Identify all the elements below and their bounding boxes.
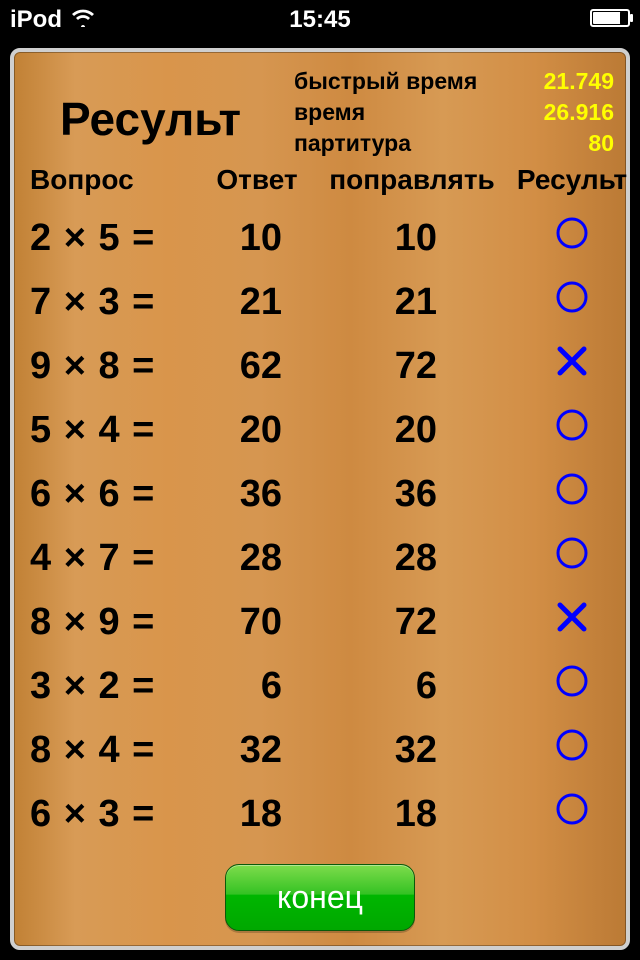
header-question: Вопрос [22, 164, 202, 206]
end-button[interactable]: конец [225, 864, 415, 931]
circle-icon [554, 791, 590, 834]
circle-icon [554, 727, 590, 770]
cell-correct: 36 [312, 462, 512, 526]
cell-question: 7 × 3 = [22, 270, 202, 334]
stats-block: быстрый время 21.749 время 26.916 партит… [294, 66, 614, 159]
cell-correct: 6 [312, 654, 512, 718]
cell-question: 6 × 3 = [22, 782, 202, 846]
cell-answer: 28 [202, 526, 312, 590]
cell-question: 4 × 7 = [22, 526, 202, 590]
circle-icon [554, 663, 590, 706]
cell-mark [512, 206, 632, 270]
circle-icon [554, 535, 590, 578]
cell-answer: 18 [202, 782, 312, 846]
cell-correct: 10 [312, 206, 512, 270]
circle-icon [554, 279, 590, 322]
header-result: Ресульт [512, 164, 632, 206]
table-row: 5 × 4 =2020 [22, 398, 632, 462]
cell-question: 2 × 5 = [22, 206, 202, 270]
clock: 15:45 [289, 6, 350, 34]
cell-mark [512, 654, 632, 718]
cell-mark [512, 334, 632, 398]
table-row: 9 × 8 =6272 [22, 334, 632, 398]
cell-correct: 18 [312, 782, 512, 846]
table-row: 4 × 7 =2828 [22, 526, 632, 590]
stat-time: время 26.916 [294, 97, 614, 128]
table-row: 2 × 5 =1010 [22, 206, 632, 270]
cell-question: 5 × 4 = [22, 398, 202, 462]
circle-icon [554, 407, 590, 450]
cell-mark [512, 398, 632, 462]
cell-answer: 36 [202, 462, 312, 526]
cell-answer: 10 [202, 206, 312, 270]
cell-mark [512, 462, 632, 526]
cell-mark [512, 590, 632, 654]
cell-mark [512, 270, 632, 334]
cell-question: 9 × 8 = [22, 334, 202, 398]
cell-correct: 28 [312, 526, 512, 590]
cell-question: 3 × 2 = [22, 654, 202, 718]
cell-question: 8 × 4 = [22, 718, 202, 782]
cell-answer: 20 [202, 398, 312, 462]
result-card: быстрый время 21.749 время 26.916 партит… [10, 48, 630, 950]
circle-icon [554, 215, 590, 258]
cell-mark [512, 782, 632, 846]
cell-correct: 32 [312, 718, 512, 782]
cell-correct: 72 [312, 590, 512, 654]
cell-correct: 21 [312, 270, 512, 334]
header-correct: поправлять [312, 164, 512, 206]
table-row: 7 × 3 =2121 [22, 270, 632, 334]
cell-correct: 20 [312, 398, 512, 462]
cross-icon [554, 343, 590, 386]
table-row: 8 × 9 =7072 [22, 590, 632, 654]
cell-answer: 62 [202, 334, 312, 398]
cell-question: 8 × 9 = [22, 590, 202, 654]
table-row: 6 × 3 =1818 [22, 782, 632, 846]
status-bar: iPod 15:45 [0, 0, 640, 40]
cell-answer: 21 [202, 270, 312, 334]
wifi-icon [70, 6, 96, 34]
results-table: Вопрос Ответ поправлять Ресульт 2 × 5 =1… [22, 164, 632, 846]
cell-mark [512, 526, 632, 590]
cell-mark [512, 718, 632, 782]
table-row: 8 × 4 =3232 [22, 718, 632, 782]
cell-answer: 6 [202, 654, 312, 718]
cell-question: 6 × 6 = [22, 462, 202, 526]
cell-correct: 72 [312, 334, 512, 398]
battery-icon [590, 6, 630, 34]
stat-fastest-time: быстрый время 21.749 [294, 66, 614, 97]
device-label: iPod [10, 6, 62, 34]
cross-icon [554, 599, 590, 642]
header-answer: Ответ [202, 164, 312, 206]
cell-answer: 32 [202, 718, 312, 782]
cell-answer: 70 [202, 590, 312, 654]
table-row: 3 × 2 =66 [22, 654, 632, 718]
circle-icon [554, 471, 590, 514]
table-row: 6 × 6 =3636 [22, 462, 632, 526]
stat-score: партитура 80 [294, 128, 614, 159]
